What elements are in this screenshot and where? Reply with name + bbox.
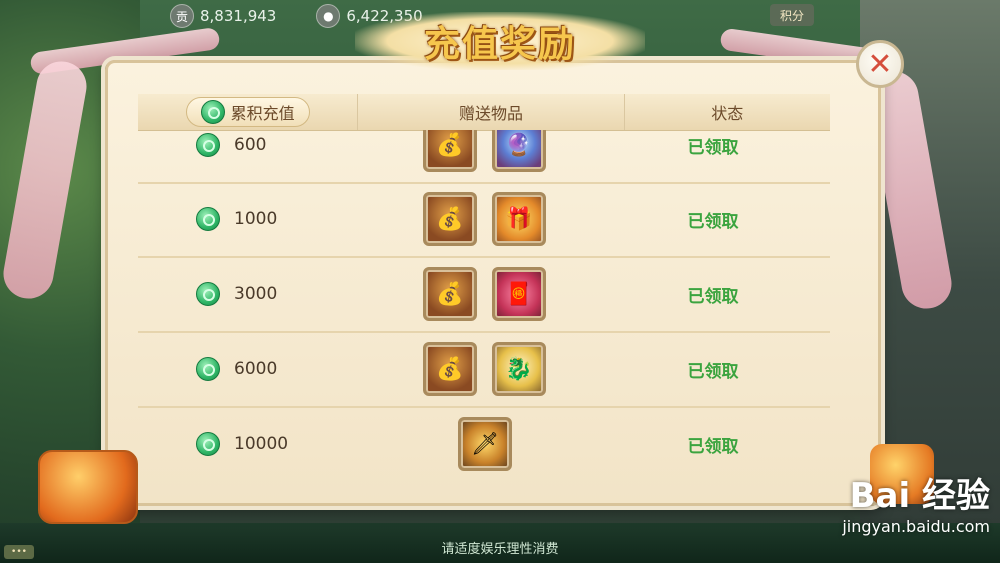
reward-list[interactable]: 600 💰 🔮 已领取 1000 💰 🎁 已领取 3000 💰 🧧 已领取 60…	[138, 130, 830, 490]
close-button[interactable]: ✕	[856, 40, 904, 88]
cumulative-recharge-tab[interactable]: 累积充值	[185, 97, 310, 127]
table-row: 10000 🗡 已领取	[138, 407, 830, 481]
dialog-title: 充值奖励	[423, 23, 576, 65]
column-header-gift-items: 赠送物品	[358, 94, 625, 130]
silver-treasure-bag-icon[interactable]: 💰	[423, 267, 477, 321]
column-label: 状态	[711, 104, 744, 123]
treasure-chest-decoration	[38, 450, 138, 524]
corner-menu-button[interactable]: •••	[4, 545, 34, 559]
status-claimed: 已领取	[687, 361, 739, 382]
dialog-title-banner: 充值奖励	[355, 12, 645, 70]
status-claimed: 已领取	[687, 137, 739, 158]
silver-treasure-bag-icon[interactable]: 💰	[423, 192, 477, 246]
table-row: 3000 💰 🧧 已领取	[138, 257, 830, 333]
silver-treasure-bag-icon[interactable]: 💰	[423, 342, 477, 396]
table-row: 6000 💰 🐉 已领取	[138, 332, 830, 408]
baidu-watermark: Bai 经验 jingyan.baidu.com	[760, 468, 990, 548]
column-header-cumulative-recharge[interactable]: 累积充值	[138, 94, 359, 130]
jade-icon	[200, 100, 225, 124]
silver-treasure-bag-icon[interactable]: 💰	[423, 130, 477, 172]
column-label: 累积充值	[230, 104, 295, 123]
table-row: 1000 💰 🎁 已领取	[138, 182, 830, 258]
red-lucky-bag-icon[interactable]: 🧧	[492, 267, 546, 321]
golden-weapon-icon[interactable]: 🗡	[458, 417, 512, 471]
contribution-value: 8,831,943	[200, 7, 277, 25]
table-header: 累积充值 赠送物品 状态	[138, 94, 830, 131]
column-header-status: 状态	[625, 94, 830, 130]
gold-coin-icon: ●	[316, 4, 341, 28]
lucky-bag-icon[interactable]: 🎁	[492, 192, 546, 246]
column-label: 赠送物品	[458, 104, 523, 123]
status-claimed: 已领取	[687, 286, 739, 307]
contribution-stat: 贡 8,831,943	[170, 4, 276, 28]
points-button[interactable]: 积分	[770, 4, 814, 26]
golden-dragon-pet-icon[interactable]: 🐉	[492, 342, 546, 396]
contribution-icon: 贡	[170, 4, 194, 28]
close-x-icon: ✕	[867, 46, 893, 82]
watermark-url: jingyan.baidu.com	[842, 517, 990, 536]
crystal-orb-icon[interactable]: 🔮	[492, 130, 546, 172]
watermark-logo-text: Bai 经验	[849, 476, 990, 516]
table-row: 600 💰 🔮 已领取	[138, 130, 830, 184]
status-claimed: 已领取	[687, 211, 739, 232]
